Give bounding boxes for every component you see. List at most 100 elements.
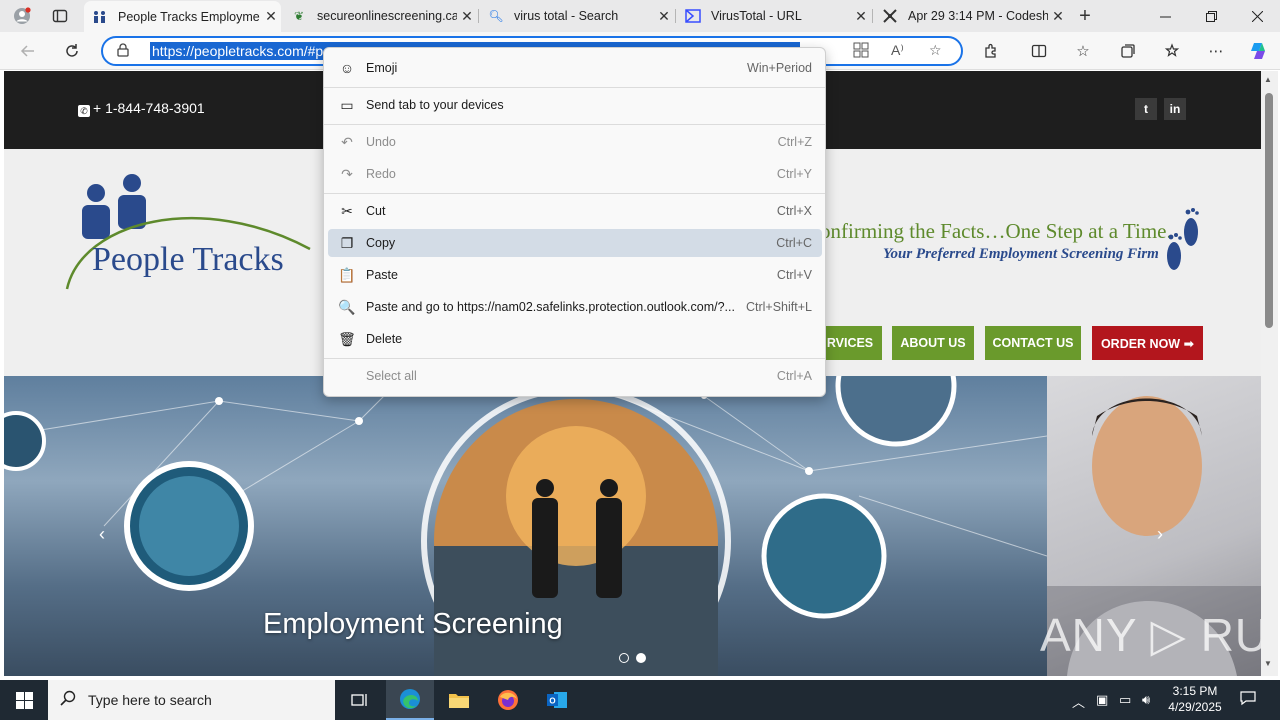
nav-services-button[interactable]: RVICES: [818, 326, 882, 360]
twitter-icon[interactable]: t: [1135, 98, 1157, 120]
footprints-icon: [1167, 208, 1199, 270]
menu-shortcut: Ctrl+Y: [776, 167, 812, 181]
logo-text: People Tracks: [92, 241, 284, 278]
slider-dot-1[interactable]: [619, 653, 629, 663]
tab-title: People Tracks Employme: [118, 9, 260, 24]
hero-slider: ‹ Employment Screening › ANY ▷ RUN: [4, 376, 1261, 676]
outlook-icon[interactable]: O: [533, 680, 581, 720]
lock-icon[interactable]: [117, 43, 129, 60]
menu-item-undo[interactable]: ↶ Undo Ctrl+Z: [328, 128, 822, 156]
slider-dot-2[interactable]: [636, 653, 646, 663]
page-scrollbar[interactable]: ▲ ▼: [1261, 71, 1278, 676]
search-placeholder: Type here to search: [88, 692, 212, 708]
nav-order-now-button[interactable]: ORDER NOW ➡: [1092, 326, 1203, 360]
tab-virus-total-search[interactable]: 🔍︎ virus total - Search ✕: [480, 0, 674, 32]
nav-contact-us-button[interactable]: CONTACT US: [985, 326, 1081, 360]
menu-item-select-all[interactable]: Select all Ctrl+A: [328, 362, 822, 390]
tab-title: virus total - Search: [514, 9, 619, 23]
scroll-down-icon[interactable]: ▼: [1264, 659, 1272, 668]
extensions-icon[interactable]: [977, 37, 1005, 65]
close-tab-icon[interactable]: ✕: [654, 8, 674, 25]
minimize-icon[interactable]: [1142, 0, 1188, 32]
refresh-icon[interactable]: [58, 37, 86, 65]
close-tab-icon[interactable]: ✕: [1048, 8, 1068, 25]
menu-shortcut: Ctrl+C: [776, 236, 812, 250]
tab-divider: [675, 9, 676, 23]
notifications-icon[interactable]: [1240, 690, 1256, 710]
profile-icon[interactable]: [8, 2, 36, 30]
tray-overflow-chevron-icon[interactable]: ︿: [1072, 692, 1085, 711]
tab-codeshare[interactable]: Apr 29 3:14 PM - Codesh ✕: [874, 0, 1068, 32]
task-view-icon[interactable]: [336, 680, 384, 720]
edge-taskbar-icon[interactable]: [386, 680, 434, 720]
menu-item-send-tab[interactable]: ▭ Send tab to your devices: [328, 91, 822, 119]
menu-item-redo[interactable]: ↷ Redo Ctrl+Y: [328, 160, 822, 188]
menu-item-paste-and-go[interactable]: 🔍 Paste and go to https://nam02.safelink…: [328, 293, 822, 321]
menu-label: Paste: [366, 268, 398, 282]
app-available-icon[interactable]: [853, 42, 869, 61]
scroll-up-icon[interactable]: ▲: [1264, 75, 1272, 84]
menu-label: Cut: [366, 204, 386, 218]
menu-item-cut[interactable]: ✂ Cut Ctrl+X: [328, 197, 822, 225]
linkedin-icon[interactable]: in: [1164, 98, 1186, 120]
tab-actions-icon[interactable]: [46, 2, 74, 30]
browser-essentials-icon[interactable]: [1158, 37, 1186, 65]
tab-divider: [872, 9, 873, 23]
tray-device-icon[interactable]: ▣: [1096, 692, 1108, 708]
collections-icon[interactable]: [1114, 37, 1142, 65]
trash-icon: 🗑: [338, 330, 356, 347]
windows-taskbar: Type here to search O ︿ ▣ ▭ 🔊︎ 3:15 PM 4…: [0, 680, 1280, 720]
scissors-icon: ✂: [341, 202, 353, 219]
slider-prev-icon[interactable]: ‹: [99, 524, 105, 545]
split-screen-icon[interactable]: [1025, 37, 1053, 65]
close-window-icon[interactable]: [1234, 0, 1280, 32]
menu-item-emoji[interactable]: ☺ Emoji Win+Period: [328, 54, 822, 82]
menu-item-copy[interactable]: ❐ Copy Ctrl+C: [328, 229, 822, 257]
tab-title: secureonlinescreening.ca: [317, 9, 457, 23]
devices-icon: ▭: [340, 96, 354, 113]
copilot-icon[interactable]: [1244, 37, 1272, 65]
windows-start-icon[interactable]: [0, 680, 48, 720]
undo-icon: ↶: [341, 133, 353, 150]
virustotal-favicon-icon: [685, 8, 701, 24]
tab-secureonlinescreening[interactable]: ❦ secureonlinescreening.ca ✕: [283, 0, 477, 32]
file-explorer-icon[interactable]: [435, 680, 483, 720]
redo-icon: ↷: [341, 165, 353, 182]
menu-shortcut: Ctrl+A: [776, 369, 812, 383]
nav-about-us-button[interactable]: ABOUT US: [892, 326, 974, 360]
tagline-sub: Your Preferred Employment Screening Firm: [883, 246, 1159, 262]
taskbar-clock[interactable]: 3:15 PM 4/29/2025: [1166, 683, 1224, 715]
site-logo[interactable]: People Tracks: [62, 171, 312, 291]
tab-virustotal-url[interactable]: VirusTotal - URL ✕: [677, 0, 871, 32]
menu-item-paste[interactable]: 📋 Paste Ctrl+V: [328, 261, 822, 289]
tab-people-tracks[interactable]: People Tracks Employme ✕: [84, 1, 281, 32]
search-favicon-icon: 🔍︎: [488, 9, 504, 23]
scroll-thumb[interactable]: [1265, 93, 1273, 328]
favorite-star-icon[interactable]: ☆: [929, 42, 942, 59]
menu-item-delete[interactable]: 🗑 Delete: [328, 325, 822, 353]
phone-text: + 1-844-748-3901: [93, 100, 205, 116]
network-icon[interactable]: ▭: [1119, 692, 1131, 708]
menu-label: Delete: [366, 332, 403, 346]
more-menu-icon[interactable]: ⋯: [1202, 37, 1230, 65]
favorites-icon[interactable]: ☆: [1069, 37, 1097, 65]
slider-next-icon[interactable]: ›: [1157, 524, 1163, 545]
menu-shortcut: Ctrl+Z: [777, 135, 812, 149]
volume-icon[interactable]: 🔊︎: [1142, 692, 1150, 708]
menu-separator: [324, 358, 825, 359]
phone-number[interactable]: ✆ + 1-844-748-3901: [78, 100, 205, 117]
read-aloud-icon[interactable]: A⁾: [891, 42, 904, 59]
close-tab-icon[interactable]: ✕: [457, 8, 477, 25]
new-tab-button[interactable]: +: [1071, 2, 1099, 30]
browser-tab-strip: People Tracks Employme ✕ ❦ secureonlines…: [0, 0, 1280, 32]
anyrun-watermark: ANY ▷ RUN: [1040, 609, 1261, 661]
restore-icon[interactable]: [1188, 0, 1234, 32]
taskbar-search-box[interactable]: Type here to search: [48, 680, 335, 720]
firefox-icon[interactable]: [484, 680, 532, 720]
emoji-icon: ☺: [339, 60, 355, 76]
menu-label: Copy: [366, 236, 396, 250]
svg-text:O: O: [549, 697, 555, 706]
back-icon[interactable]: [14, 37, 42, 65]
close-tab-icon[interactable]: ✕: [261, 8, 281, 25]
close-tab-icon[interactable]: ✕: [851, 8, 871, 25]
